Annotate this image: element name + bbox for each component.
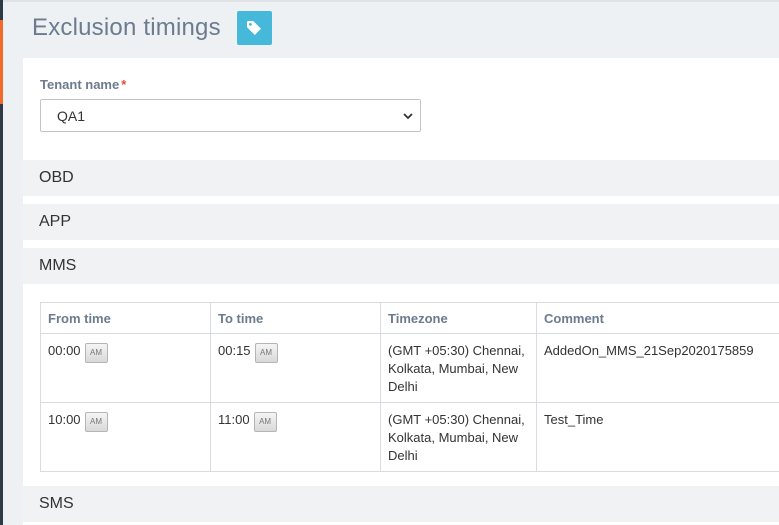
top-border	[3, 0, 779, 2]
tenant-name-label: Tenant name *	[40, 77, 126, 92]
tenant-selected-value: QA1	[57, 107, 86, 124]
page-header: Exclusion timings	[32, 8, 272, 48]
section-sms[interactable]: SMS	[23, 486, 779, 522]
tenant-name-select[interactable]: QA1	[40, 99, 421, 132]
am-pm-toggle[interactable]: AM	[84, 343, 108, 363]
tag-icon	[247, 21, 262, 35]
from-time-value: 10:00	[48, 412, 81, 427]
table-row: 10:00 AM 11:00 AM (GMT +05:30) Chennai, …	[40, 402, 779, 472]
table-header-row: From time To time Timezone Comment	[40, 302, 779, 334]
mms-exclusion-table: From time To time Timezone Comment 00:00…	[40, 302, 779, 472]
page-title: Exclusion timings	[32, 14, 221, 41]
left-nav-active-indicator	[0, 20, 3, 104]
section-sms-label: SMS	[39, 495, 74, 512]
tag-button[interactable]	[236, 11, 272, 45]
section-obd-label: OBD	[39, 169, 74, 186]
section-mms-label: MMS	[39, 257, 77, 274]
to-time-cell: 00:15 AM	[210, 333, 381, 403]
main-panel: Tenant name * QA1 OBD APP MMS From time T…	[23, 58, 779, 525]
chevron-down-icon	[403, 113, 413, 120]
tenant-name-label-text: Tenant name	[40, 77, 120, 92]
comment-cell: AddedOn_MMS_21Sep2020175859	[536, 333, 779, 403]
timezone-cell: (GMT +05:30) Chennai, Kolkata, Mumbai, N…	[380, 402, 537, 472]
section-app-label: APP	[39, 213, 72, 230]
header-from-time: From time	[40, 302, 211, 334]
am-pm-toggle[interactable]: AM	[84, 412, 108, 432]
to-time-value: 00:15	[218, 343, 251, 358]
required-asterisk: *	[121, 77, 127, 92]
from-time-cell: 10:00 AM	[40, 402, 211, 472]
comment-cell: Test_Time	[536, 402, 779, 472]
section-app[interactable]: APP	[23, 204, 779, 240]
am-pm-toggle[interactable]: AM	[254, 343, 278, 363]
from-time-cell: 00:00 AM	[40, 333, 211, 403]
to-time-cell: 11:00 AM	[210, 402, 381, 472]
header-timezone: Timezone	[380, 302, 537, 334]
header-to-time: To time	[210, 302, 381, 334]
from-time-value: 00:00	[48, 343, 81, 358]
section-obd[interactable]: OBD	[23, 160, 779, 196]
table-row: 00:00 AM 00:15 AM (GMT +05:30) Chennai, …	[40, 333, 779, 403]
header-comment: Comment	[536, 302, 779, 334]
section-mms[interactable]: MMS	[23, 248, 779, 284]
to-time-value: 11:00	[218, 412, 250, 427]
am-pm-toggle[interactable]: AM	[253, 412, 277, 432]
timezone-cell: (GMT +05:30) Chennai, Kolkata, Mumbai, N…	[380, 333, 537, 403]
